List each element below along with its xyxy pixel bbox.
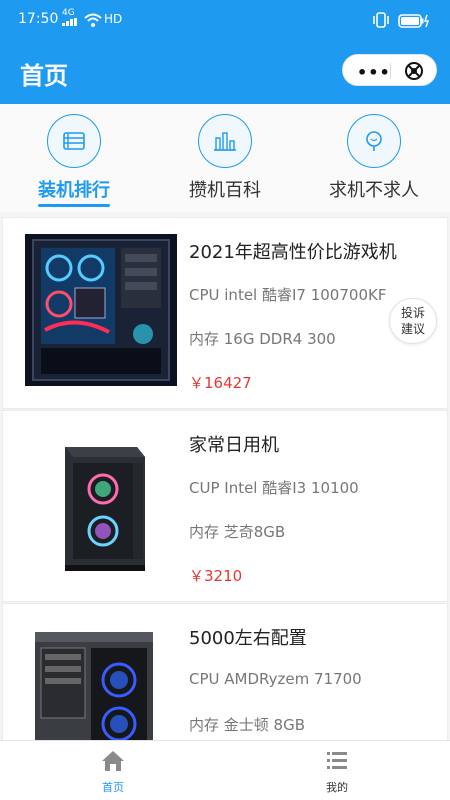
wifi-icon bbox=[84, 12, 102, 31]
server-icon bbox=[47, 114, 101, 168]
chart-icon bbox=[198, 114, 252, 168]
product-name: 家常日用机 bbox=[189, 435, 279, 456]
category-bar: 装机排行 攒机百科 求机不求人 bbox=[0, 104, 450, 212]
bulb-icon bbox=[347, 114, 401, 168]
tab-label: 首页 bbox=[102, 781, 124, 794]
product-cpu: CPU intel 酷睿I7 100700KF bbox=[189, 286, 387, 304]
tab-bar: 首页 我的 bbox=[0, 740, 450, 800]
close-icon[interactable] bbox=[404, 61, 424, 85]
signal-icon: 4G bbox=[62, 9, 78, 29]
miniprogram-capsule: ••• bbox=[342, 54, 437, 86]
product-cpu: CUP Intel 酷睿I3 10100 bbox=[189, 479, 359, 497]
vibrate-icon bbox=[372, 12, 390, 32]
complaint-label-line2: 建议 bbox=[400, 322, 425, 336]
product-memory: 内存 芝奇8GB bbox=[189, 523, 286, 541]
page-title: 首页 bbox=[20, 62, 68, 90]
tab-mine[interactable]: 我的 bbox=[292, 749, 382, 795]
tab-label: 我的 bbox=[326, 781, 348, 794]
status-bar: 17:50 4G HD bbox=[0, 0, 450, 40]
complaint-label-line1: 投诉 bbox=[400, 306, 425, 320]
nav-bar: 首页 ••• bbox=[0, 40, 450, 104]
product-price: ￥16427 bbox=[189, 374, 252, 392]
status-time: 17:50 bbox=[18, 11, 59, 27]
product-card[interactable]: 家常日用机 CUP Intel 酷睿I3 10100 内存 芝奇8GB ￥321… bbox=[2, 410, 448, 602]
more-button[interactable]: ••• bbox=[357, 63, 391, 82]
product-name: 5000左右配置 bbox=[189, 628, 307, 649]
hd-label: HD bbox=[104, 12, 123, 26]
complaint-button[interactable]: 投诉 建议 bbox=[389, 298, 437, 344]
product-memory: 内存 16G DDR4 300 bbox=[189, 330, 336, 348]
network-label: 4G bbox=[62, 8, 75, 18]
capsule-divider bbox=[390, 63, 391, 79]
product-image bbox=[25, 234, 177, 386]
category-ranking[interactable]: 装机排行 bbox=[14, 114, 134, 207]
product-price: ￥3210 bbox=[189, 567, 243, 585]
tab-home[interactable]: 首页 bbox=[68, 749, 158, 795]
product-image bbox=[25, 427, 177, 579]
list-icon bbox=[324, 752, 350, 777]
product-name: 2021年超高性价比游戏机 bbox=[189, 242, 397, 263]
category-label: 装机排行 bbox=[38, 180, 110, 201]
product-memory: 内存 金士顿 8GB bbox=[189, 716, 305, 734]
category-wiki[interactable]: 攒机百科 bbox=[165, 114, 285, 202]
category-label: 攒机百科 bbox=[189, 180, 261, 201]
category-help[interactable]: 求机不求人 bbox=[314, 114, 434, 202]
battery-icon bbox=[398, 13, 430, 32]
category-label: 求机不求人 bbox=[329, 180, 419, 201]
home-icon bbox=[100, 751, 126, 777]
product-cpu: CPU AMDRyzem 71700 bbox=[189, 670, 362, 688]
product-card[interactable]: 2021年超高性价比游戏机 CPU intel 酷睿I7 100700KF 内存… bbox=[2, 217, 448, 409]
active-underline bbox=[38, 204, 110, 207]
